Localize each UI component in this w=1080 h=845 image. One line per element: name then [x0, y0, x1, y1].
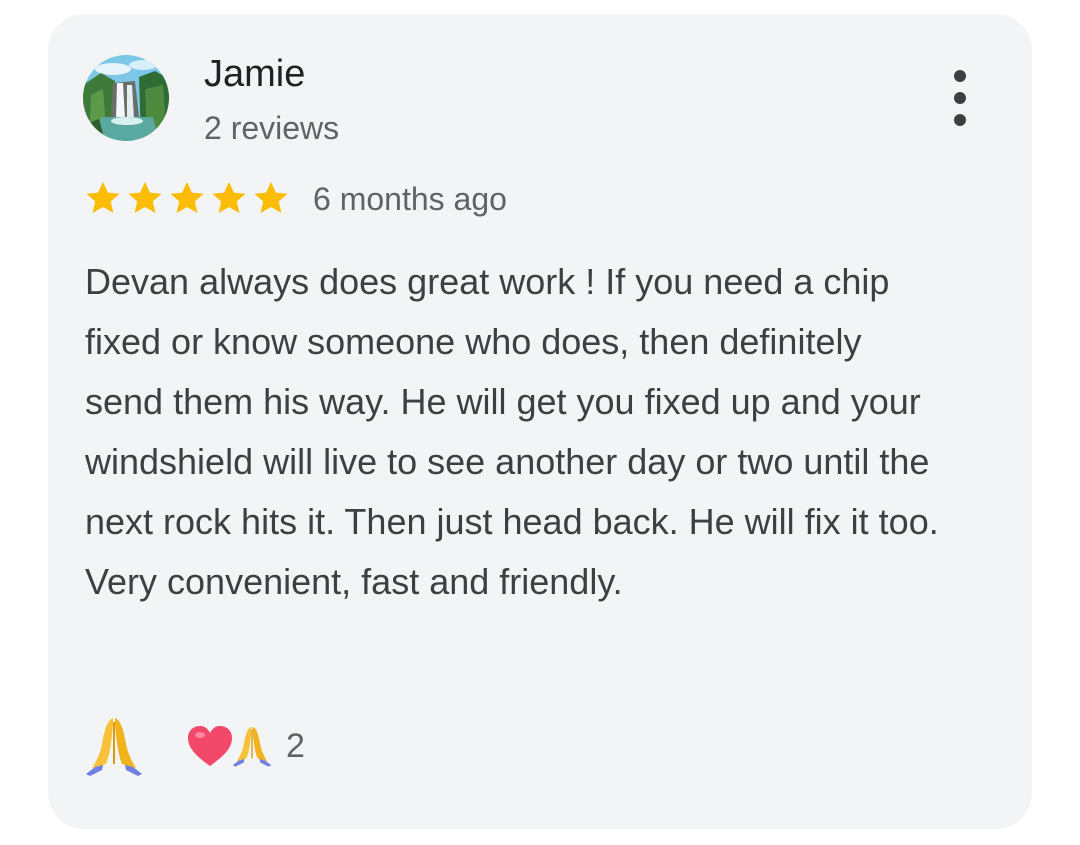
review-time: 6 months ago — [313, 181, 507, 217]
star-icon — [170, 181, 204, 214]
star-icon — [86, 181, 120, 214]
star-icon — [212, 181, 246, 214]
author-avatar[interactable] — [83, 55, 169, 141]
star-rating — [84, 178, 294, 218]
star-icon — [128, 181, 162, 214]
heart-icon — [188, 726, 232, 766]
more-vert-icon[interactable] — [940, 64, 980, 132]
star-icon — [254, 181, 288, 214]
review-card: Jamie 2 reviews 6 months ago Devan alway… — [48, 14, 1032, 829]
reaction-folded-hands[interactable] — [82, 714, 146, 778]
reaction-heart-folded-hands[interactable]: 2 — [186, 714, 305, 778]
author-reviews-count[interactable]: 2 reviews — [204, 108, 339, 148]
reaction-count: 2 — [286, 727, 305, 765]
review-text: Devan always does great work ! If you ne… — [85, 261, 939, 602]
author-name[interactable]: Jamie — [204, 52, 305, 96]
waterfall-avatar-icon — [83, 55, 169, 141]
folded-hands-icon — [232, 726, 272, 767]
folded-hands-icon — [86, 718, 142, 776]
